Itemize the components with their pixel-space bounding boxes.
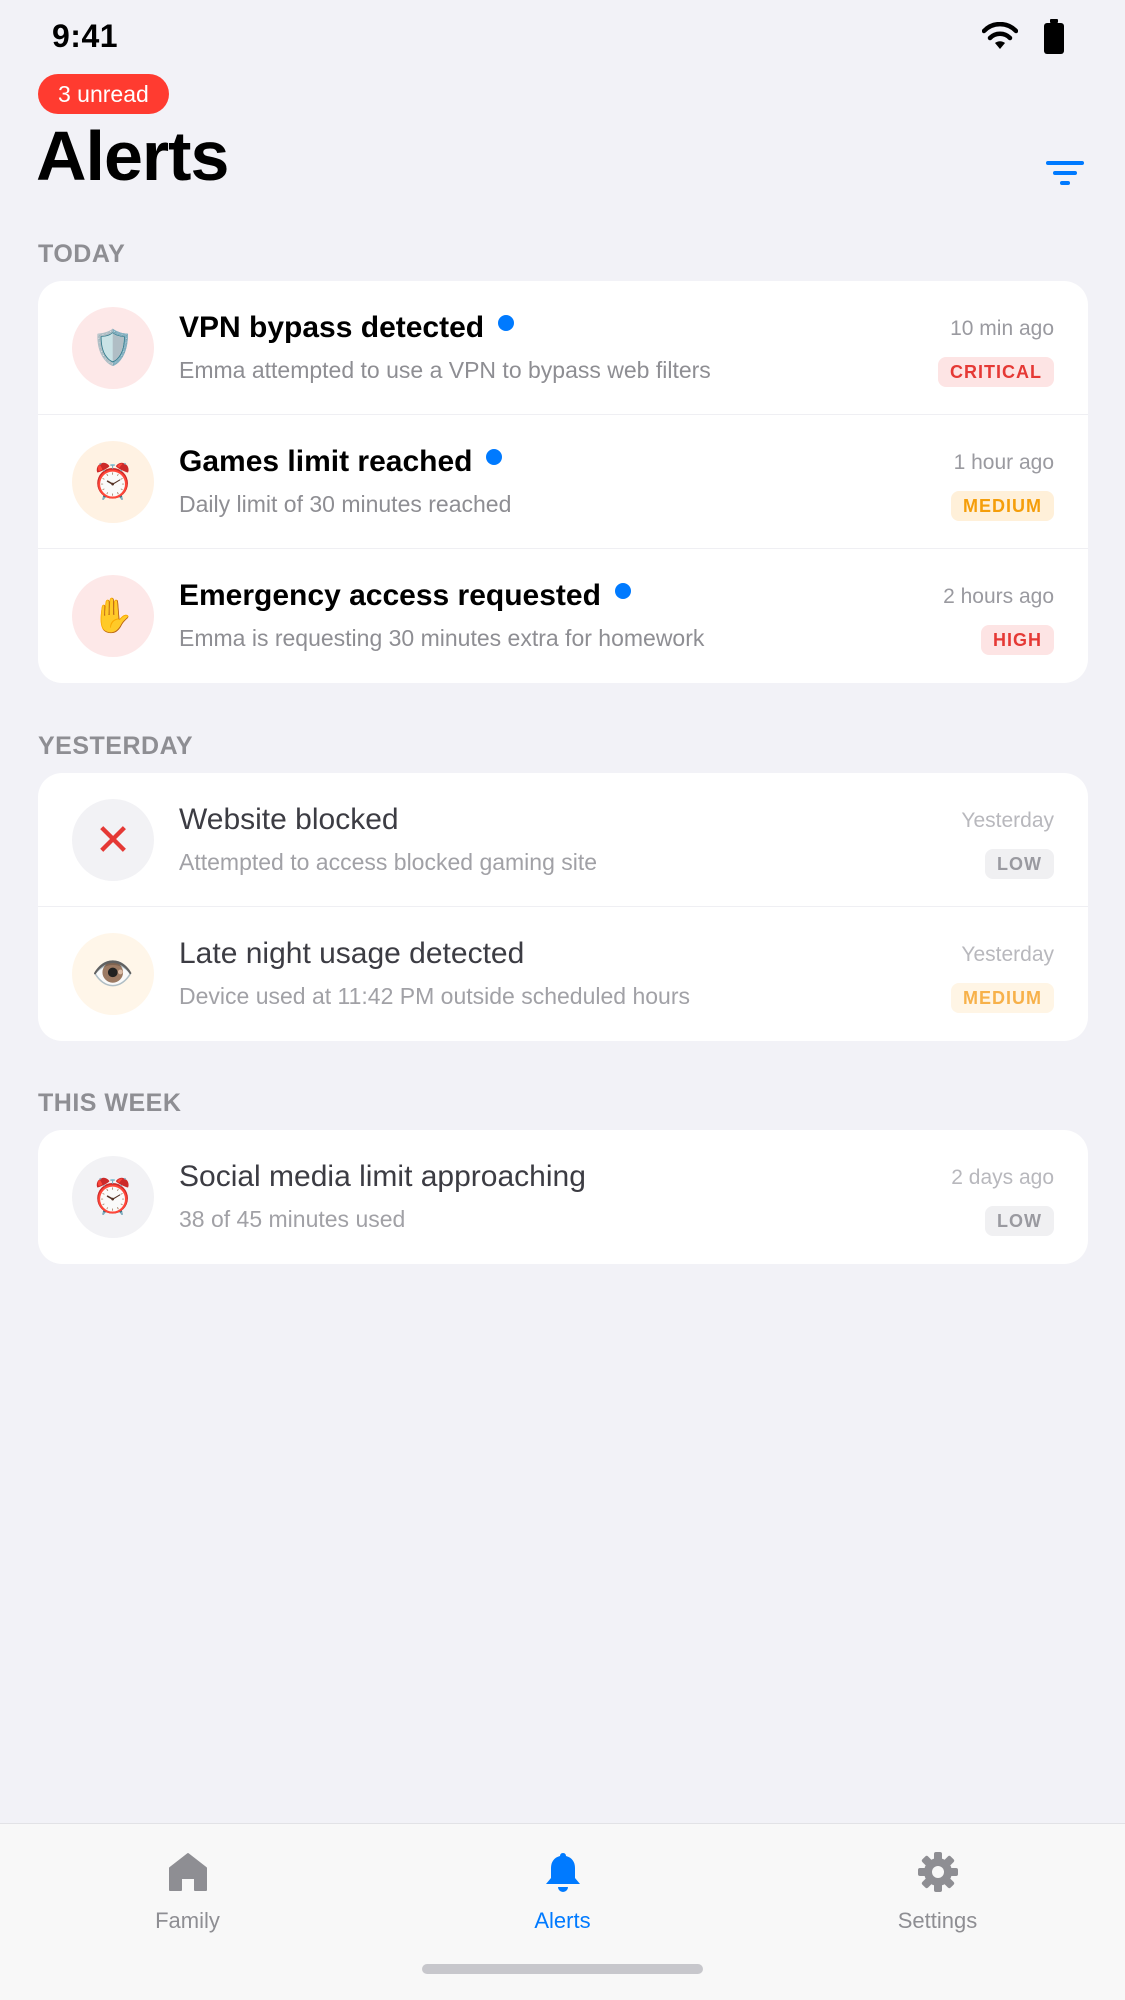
- alert-title: Emergency access requested: [179, 579, 631, 613]
- page-title: Alerts: [36, 117, 229, 195]
- alerts-card-this-week: ⏰ Social media limit approaching 38 of 4…: [38, 1130, 1088, 1264]
- bell-icon: [545, 1853, 580, 1892]
- filter-icon[interactable]: [1046, 158, 1084, 188]
- severity-badge: MEDIUM: [951, 491, 1054, 521]
- alerts-card-today: 🛡️ VPN bypass detected Emma attempted to…: [38, 281, 1088, 683]
- alert-time: 2 days ago: [951, 1166, 1054, 1189]
- alert-subtitle: 38 of 45 minutes used: [179, 1206, 406, 1232]
- severity-badge: LOW: [985, 849, 1054, 879]
- severity-badge: LOW: [985, 1206, 1054, 1236]
- eye-icon: 👁️: [72, 933, 154, 1015]
- alert-row-late-night-usage[interactable]: 👁️ Late night usage detected Device used…: [38, 907, 1088, 1041]
- alert-title: Late night usage detected: [179, 937, 525, 970]
- alert-subtitle: Emma attempted to use a VPN to bypass we…: [179, 357, 711, 383]
- alert-row-emergency-access[interactable]: ✋ Emergency access requested Emma is req…: [38, 549, 1088, 683]
- severity-badge: CRITICAL: [938, 357, 1054, 387]
- alert-subtitle: Attempted to access blocked gaming site: [179, 849, 598, 875]
- alerts-card-yesterday: ✕ Website blocked Attempted to access bl…: [38, 773, 1088, 1041]
- tab-bar: Family Alerts Settings: [0, 1823, 1125, 2000]
- unread-dot: [614, 583, 631, 599]
- alert-row-vpn-bypass[interactable]: 🛡️ VPN bypass detected Emma attempted to…: [38, 281, 1088, 415]
- alert-subtitle: Device used at 11:42 PM outside schedule…: [179, 983, 690, 1009]
- raised-hand-icon: ✋: [72, 575, 154, 657]
- alert-title: VPN bypass detected: [179, 311, 515, 345]
- shield-icon: 🛡️: [72, 307, 154, 389]
- wifi-icon: [982, 22, 1018, 49]
- alert-row-games-limit[interactable]: ⏰ Games limit reached Daily limit of 30 …: [38, 415, 1088, 549]
- section-label-today: TODAY: [38, 240, 126, 268]
- alert-title: Games limit reached: [179, 445, 503, 479]
- home-indicator: [422, 1964, 703, 1974]
- unread-dot: [486, 449, 503, 465]
- alert-time: 1 hour ago: [953, 451, 1054, 474]
- alarm-clock-icon: ⏰: [72, 441, 154, 523]
- battery-icon: [1044, 19, 1064, 54]
- alert-time: 2 hours ago: [943, 585, 1054, 608]
- tab-family[interactable]: Family: [0, 1824, 375, 1944]
- alert-time: Yesterday: [961, 809, 1054, 832]
- alert-row-social-media-limit[interactable]: ⏰ Social media limit approaching 38 of 4…: [38, 1130, 1088, 1264]
- tab-settings[interactable]: Settings: [750, 1824, 1125, 1944]
- tab-label: Family: [155, 1908, 220, 1933]
- alert-subtitle: Emma is requesting 30 minutes extra for …: [179, 625, 705, 651]
- status-time: 9:41: [52, 18, 119, 54]
- tab-alerts[interactable]: Alerts: [375, 1824, 750, 1944]
- unread-dot: [498, 315, 515, 331]
- unread-count-badge: 3 unread: [38, 74, 169, 114]
- section-label-this-week: THIS WEEK: [38, 1089, 182, 1117]
- alert-row-website-blocked[interactable]: ✕ Website blocked Attempted to access bl…: [38, 773, 1088, 907]
- section-label-yesterday: YESTERDAY: [38, 732, 194, 760]
- alert-subtitle: Daily limit of 30 minutes reached: [179, 491, 512, 517]
- cross-mark-icon: ✕: [72, 799, 154, 881]
- alert-title: Website blocked: [179, 803, 399, 836]
- alert-time: Yesterday: [961, 943, 1054, 966]
- tab-label: Alerts: [534, 1908, 591, 1933]
- tab-label: Settings: [897, 1908, 978, 1933]
- severity-badge: HIGH: [981, 625, 1054, 655]
- alarm-clock-icon: ⏰: [72, 1156, 154, 1238]
- alert-time: 10 min ago: [950, 317, 1054, 340]
- gear-icon: [917, 1852, 958, 1892]
- house-icon: [168, 1853, 207, 1891]
- status-bar: 9:41: [0, 0, 1125, 72]
- alert-title: Social media limit approaching: [179, 1160, 586, 1193]
- severity-badge: MEDIUM: [951, 983, 1054, 1013]
